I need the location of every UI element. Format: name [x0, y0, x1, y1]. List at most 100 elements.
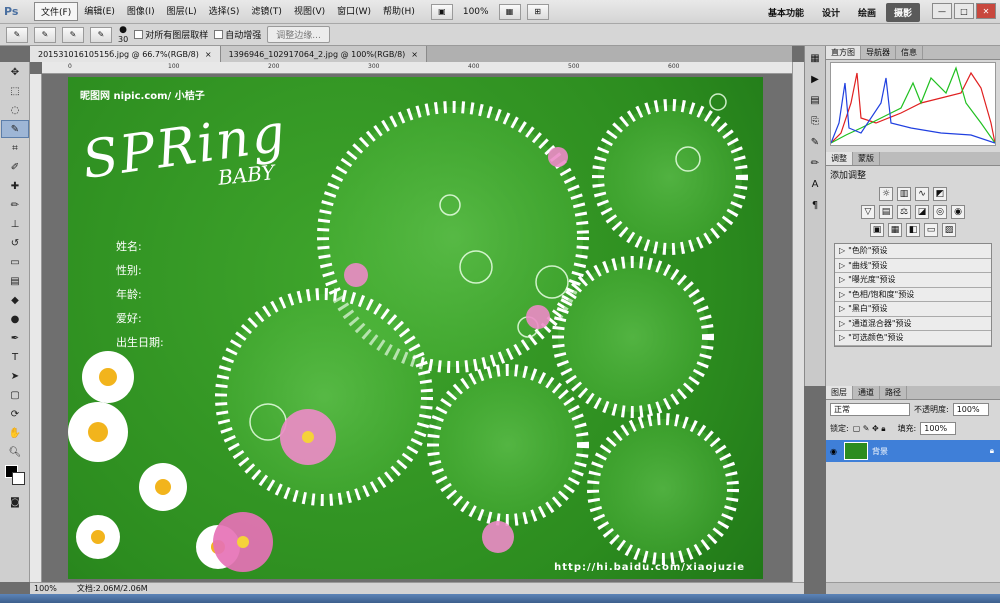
tab-adjustments[interactable]: 调整 [826, 152, 853, 165]
type-tool-icon[interactable]: T [1, 348, 29, 366]
lasso-tool-icon[interactable]: ◌ [1, 101, 29, 119]
canvas-area[interactable]: 昵图网 nipic.com/ 小桔子 SPRing BABY 姓名: 性别: 年… [42, 74, 792, 582]
preset-levels[interactable]: ▷ "色阶"预设 [835, 244, 991, 259]
hue-sat-icon[interactable]: ▤ [879, 205, 893, 219]
tab-layers[interactable]: 图层 [826, 386, 853, 399]
marquee-tool-icon[interactable]: ⬚ [1, 82, 29, 100]
lock-icons[interactable]: ▢ ✎ ✥ 🔒︎ [853, 424, 886, 434]
selective-color-icon[interactable]: ▨ [942, 223, 956, 237]
shape-tool-icon[interactable]: ▢ [1, 386, 29, 404]
workspace-essentials[interactable]: 基本功能 [760, 3, 812, 22]
tab-masks[interactable]: 蒙版 [853, 152, 880, 165]
crop-tool-icon[interactable]: ⌗ [1, 139, 29, 157]
auto-enhance[interactable]: 自动增强 [214, 28, 261, 41]
quick-select-tool-icon[interactable]: ✎ [6, 26, 28, 43]
menu-file[interactable]: 文件(F) [34, 2, 79, 21]
layer-background[interactable]: ◉ 背景 🔒︎ [826, 440, 1000, 462]
workspace-painting[interactable]: 绘画 [850, 3, 884, 22]
exposure-icon[interactable]: ◩ [933, 187, 947, 201]
hand-tool-icon[interactable]: ✋ [1, 424, 29, 442]
tab-histogram[interactable]: 直方图 [826, 46, 861, 59]
healing-brush-icon[interactable]: ✚ [1, 177, 29, 195]
pen-tool-icon[interactable]: ✒ [1, 329, 29, 347]
3d-rotate-icon[interactable]: ⟳ [1, 405, 29, 423]
menu-image[interactable]: 图像(I) [121, 2, 161, 21]
menu-window[interactable]: 窗口(W) [331, 2, 377, 21]
tool-presets-icon[interactable]: ✎ [805, 133, 825, 151]
preset-curves[interactable]: ▷ "曲线"预设 [835, 259, 991, 273]
gradient-tool-icon[interactable]: ▤ [1, 272, 29, 290]
opacity-input[interactable]: 100% [952, 403, 989, 416]
tab-navigator[interactable]: 导航器 [861, 46, 896, 59]
tab-document-2[interactable]: 1396946_102917064_2.jpg @ 100%(RGB/8) × [220, 46, 427, 62]
clone-source-icon[interactable]: ⎘ [805, 112, 825, 130]
actions-panel-icon[interactable]: ▶ [805, 70, 825, 88]
history-panel-icon[interactable]: ▦ [805, 49, 825, 67]
visibility-eye-icon[interactable]: ◉ [830, 447, 840, 456]
preset-exposure[interactable]: ▷ "曝光度"预设 [835, 273, 991, 288]
menu-view[interactable]: 视图(V) [288, 2, 331, 21]
minimize-icon[interactable]: — [932, 3, 952, 19]
blend-mode-select[interactable]: 正常 [830, 403, 910, 416]
preset-black-white[interactable]: ▷ "黑白"预设 [835, 302, 991, 317]
move-tool-icon[interactable]: ✥ [1, 63, 29, 81]
close-tab-icon[interactable]: × [205, 50, 212, 59]
path-select-icon[interactable]: ➤ [1, 367, 29, 385]
extras-icon[interactable]: ⊞ [526, 3, 549, 20]
photo-filter-icon[interactable]: ◎ [933, 205, 947, 219]
tab-channels[interactable]: 通道 [853, 386, 880, 399]
blur-tool-icon[interactable]: ◆ [1, 291, 29, 309]
refine-edge-button[interactable]: 调整边缘... [267, 26, 330, 43]
document-canvas[interactable]: 昵图网 nipic.com/ 小桔子 SPRing BABY 姓名: 性别: 年… [68, 77, 763, 579]
menu-help[interactable]: 帮助(H) [377, 2, 421, 21]
tab-document-1[interactable]: 20153101610515б.jpg @ 66.7%(RGB/8) × [30, 46, 221, 62]
invert-icon[interactable]: ▣ [870, 223, 884, 237]
quick-mask-icon[interactable]: ◙ [1, 493, 29, 511]
preset-hue-sat[interactable]: ▷ "色相/饱和度"预设 [835, 288, 991, 302]
screen-mode-icon[interactable]: ▣ [430, 3, 453, 20]
arrange-icon[interactable]: ▦ [498, 3, 521, 20]
close-icon[interactable]: ✕ [976, 3, 996, 19]
menu-edit[interactable]: 编辑(E) [78, 2, 121, 21]
vertical-scrollbar[interactable] [792, 62, 804, 582]
levels-icon[interactable]: ▥ [897, 187, 911, 201]
character-panel-icon[interactable]: A [805, 175, 825, 193]
posterize-icon[interactable]: ▦ [888, 223, 902, 237]
close-tab-icon[interactable]: × [411, 50, 418, 59]
tab-paths[interactable]: 路径 [880, 386, 907, 399]
workspace-design[interactable]: 设计 [814, 3, 848, 22]
background-color[interactable] [12, 472, 25, 485]
menu-filter[interactable]: 滤镜(T) [245, 2, 288, 21]
black-white-icon[interactable]: ◪ [915, 205, 929, 219]
brush-size[interactable]: ● 30 [118, 25, 128, 44]
history-brush-icon[interactable]: ↺ [1, 234, 29, 252]
menu-select[interactable]: 选择(S) [203, 2, 246, 21]
clone-stamp-icon[interactable]: ⊥ [1, 215, 29, 233]
sample-all-layers[interactable]: 对所有图层取样 [134, 28, 208, 41]
vibrance-icon[interactable]: ▽ [861, 205, 875, 219]
preset-channel-mixer[interactable]: ▷ "通道混合器"预设 [835, 317, 991, 331]
preset-selective-color[interactable]: ▷ "可选颜色"预设 [835, 331, 991, 346]
workspace-photography[interactable]: 摄影 [885, 3, 920, 22]
gradient-map-icon[interactable]: ▭ [924, 223, 938, 237]
channel-mixer-icon[interactable]: ◉ [951, 205, 965, 219]
color-swatches[interactable] [0, 462, 29, 492]
fill-input[interactable]: 100% [920, 422, 957, 435]
eyedropper-tool-icon[interactable]: ✐ [1, 158, 29, 176]
tab-info[interactable]: 信息 [896, 46, 923, 59]
auto-enhance-checkbox[interactable] [214, 30, 224, 39]
curves-icon[interactable]: ∿ [915, 187, 929, 201]
threshold-icon[interactable]: ◧ [906, 223, 920, 237]
maximize-icon[interactable]: □ [954, 3, 974, 19]
zoom-tool-icon[interactable]: 🔍︎ [1, 443, 29, 461]
color-balance-icon[interactable]: ⚖ [897, 205, 911, 219]
brightness-icon[interactable]: ☼ [879, 187, 893, 201]
menu-layer[interactable]: 图层(L) [161, 2, 203, 21]
app-zoom[interactable]: 100% [459, 7, 493, 17]
new-selection-icon[interactable]: ✎ [34, 26, 56, 43]
status-zoom[interactable]: 100% [34, 584, 57, 593]
quick-selection-tool-icon[interactable]: ✎ [1, 120, 29, 138]
brush-panel-icon[interactable]: ✏ [805, 154, 825, 172]
paragraph-panel-icon[interactable]: ¶ [805, 196, 825, 214]
dodge-tool-icon[interactable]: ● [1, 310, 29, 328]
